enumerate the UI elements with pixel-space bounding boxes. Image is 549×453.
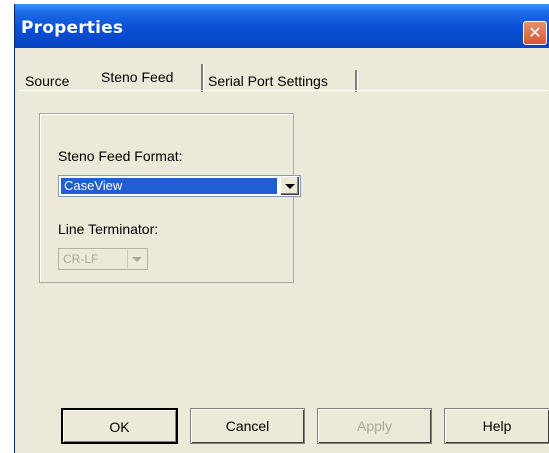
tab-serial-port-settings[interactable]: Serial Port Settings [208, 70, 328, 92]
dialog-button-row: OK Cancel Apply Help [15, 386, 549, 453]
line-terminator-label: Line Terminator: [58, 221, 159, 237]
line-terminator-value: CR-LF [63, 252, 99, 266]
close-icon[interactable]: ✕ [523, 21, 547, 45]
cancel-button[interactable]: Cancel [190, 408, 305, 444]
steno-feed-format-label: Steno Feed Format: [58, 148, 183, 164]
steno-feed-format-select[interactable]: CaseView [58, 175, 301, 197]
properties-dialog: Properties ✕ Source Steno Feed Serial Po… [14, 4, 549, 453]
steno-feed-group: Steno Feed Format: CaseView Line Termina… [39, 113, 301, 283]
apply-button: Apply [317, 408, 432, 444]
line-terminator-select: CR-LF [58, 248, 148, 270]
steno-feed-format-value: CaseView [61, 178, 277, 194]
tab-divider [355, 70, 358, 92]
ok-button[interactable]: OK [61, 408, 178, 444]
chevron-down-icon [127, 250, 146, 268]
tab-steno-feed[interactable]: Steno Feed [101, 64, 173, 92]
chevron-down-icon[interactable] [280, 177, 299, 195]
tab-divider [201, 64, 204, 92]
help-button[interactable]: Help [444, 408, 549, 444]
dialog-title: Properties [21, 18, 124, 38]
tab-panel-steno-feed: Steno Feed Format: CaseView Line Termina… [19, 90, 548, 387]
tab-source[interactable]: Source [25, 70, 69, 92]
title-bar[interactable]: Properties ✕ [15, 4, 549, 48]
